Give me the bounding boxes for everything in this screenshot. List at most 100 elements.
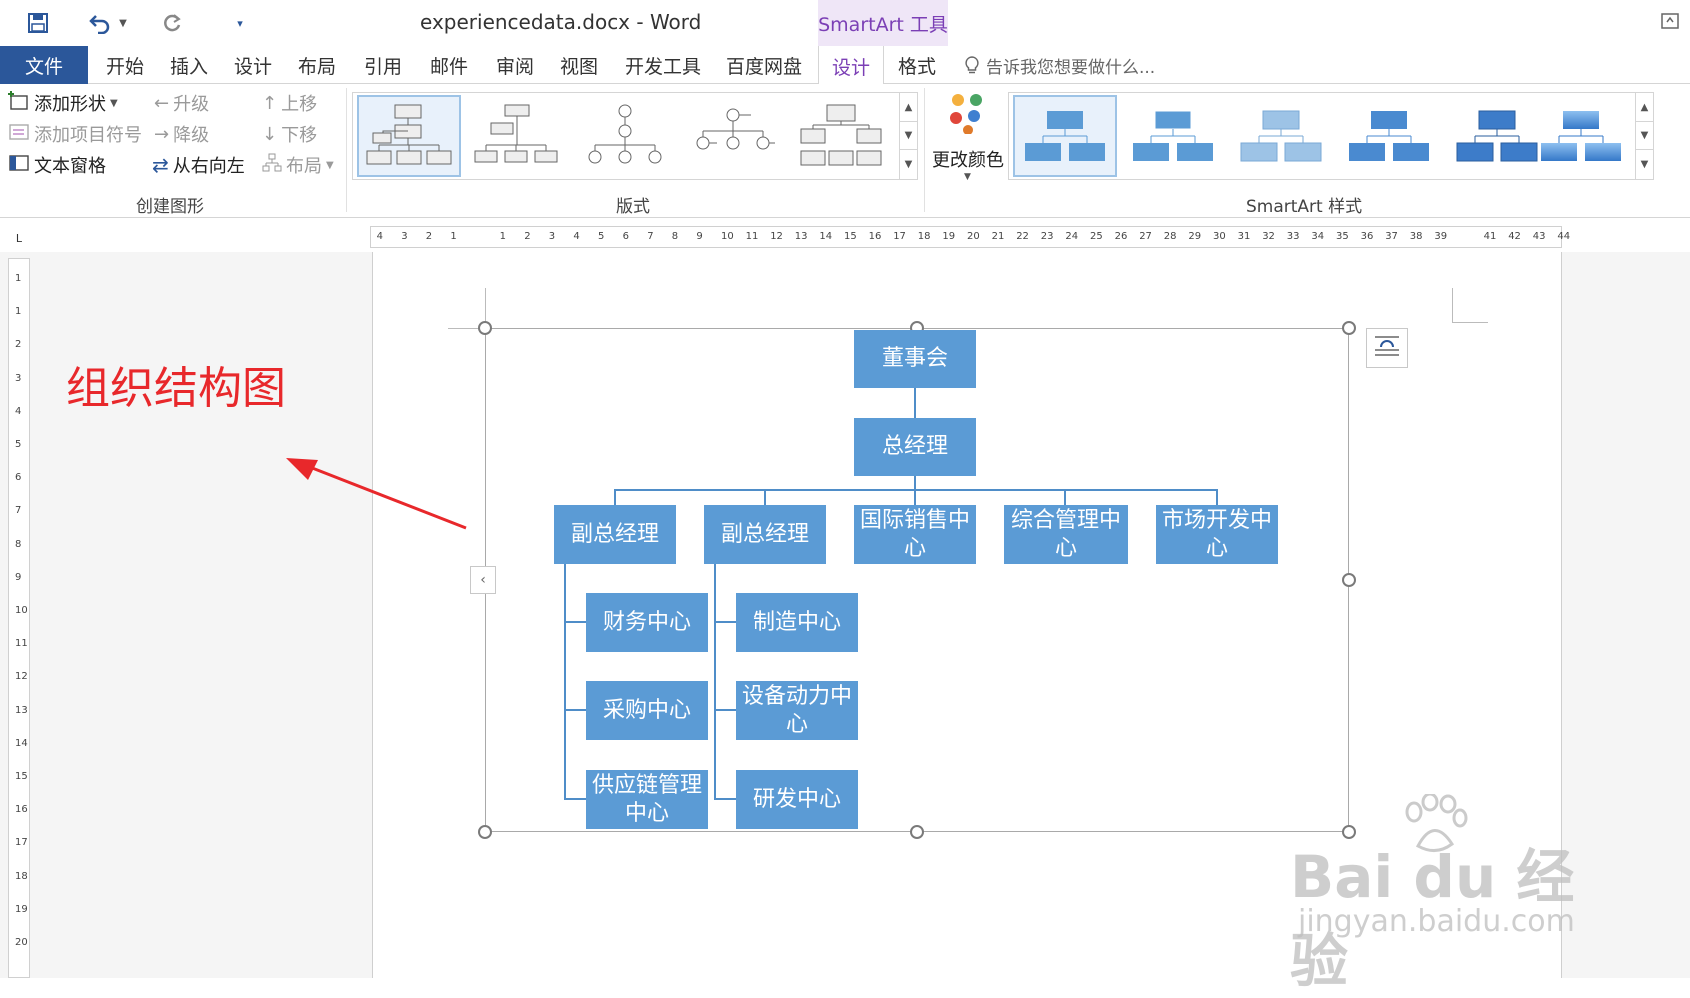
styles-scroll-down[interactable]: ▼	[1635, 121, 1653, 149]
layout-options-button[interactable]	[1366, 328, 1408, 368]
layout-button[interactable]: 布局 ▼	[262, 152, 334, 178]
org-node-finance[interactable]: 财务中心	[586, 593, 708, 652]
org-node-supply-chain[interactable]: 供应链管理中心	[586, 770, 708, 829]
tab-selector-icon[interactable]: L	[8, 228, 30, 248]
org-node-equipment-power[interactable]: 设备动力中心	[736, 681, 858, 740]
org-node-rnd[interactable]: 研发中心	[736, 770, 858, 829]
ruler-tick-label: 31	[1237, 231, 1251, 242]
promote-button[interactable]: ← 升级	[154, 90, 209, 116]
add-shape-button[interactable]: 添加形状 ▼	[8, 90, 118, 116]
ruler-tick-label: 44	[1557, 231, 1571, 242]
ruler-tick-label: 17	[15, 837, 28, 849]
change-colors-button[interactable]: 更改颜色 ▼	[930, 90, 1006, 186]
layout-org-chart-option[interactable]	[357, 95, 461, 177]
ruler-tick-label: 25	[1090, 231, 1103, 242]
vertical-ruler[interactable]: 1 1 2 3 4 5 6 7 8 9 10 11 12 13 14 15 16 17 18 19 20	[8, 258, 30, 978]
org-node-international-sales[interactable]: 国际销售中心	[854, 505, 976, 564]
change-colors-label: 更改颜色	[932, 150, 1004, 171]
ruler-tick-label: 3	[401, 231, 408, 242]
connector-line	[714, 798, 736, 800]
tab-home[interactable]: 开始	[100, 46, 150, 84]
ruler-tick-label: 32	[1262, 231, 1275, 242]
demote-label: 降级	[173, 125, 210, 146]
promote-label: 升级	[173, 94, 210, 115]
tab-smartart-design[interactable]: 设计	[818, 46, 884, 86]
resize-handle-top-left[interactable]	[478, 321, 492, 335]
smartart-styles-group-label: SmartArt 样式	[1246, 197, 1363, 217]
redo-icon[interactable]	[156, 8, 188, 38]
styles-scroll-up[interactable]: ▲	[1635, 93, 1653, 121]
undo-dropdown-icon[interactable]: ▼	[114, 8, 132, 38]
tab-mailings[interactable]: 邮件	[424, 46, 474, 84]
org-node-general-manager[interactable]: 总经理	[854, 418, 976, 476]
add-bullet-button[interactable]: 添加项目符号	[8, 121, 142, 147]
resize-handle-top-right[interactable]	[1342, 321, 1356, 335]
tab-review[interactable]: 审阅	[490, 46, 540, 84]
horizontal-ruler[interactable]: 4 3 2 1 1 2 3 4 5 6 7 8 9 10 11 12 13 14 15 16 17 18 19 20 21 22 2…	[370, 226, 1570, 248]
gallery-scroll-up[interactable]: ▲	[899, 93, 917, 121]
connector-line	[764, 489, 766, 505]
tab-smartart-format[interactable]: 格式	[888, 46, 946, 84]
style-moderate-effect-option[interactable]	[1337, 95, 1441, 177]
styles-more[interactable]: ▼	[1635, 149, 1653, 179]
resize-handle-right[interactable]	[1342, 573, 1356, 587]
tab-view[interactable]: 视图	[554, 46, 604, 84]
group-separator	[346, 88, 347, 212]
style-subtle-effect-option[interactable]	[1229, 95, 1333, 177]
org-node-market-development[interactable]: 市场开发中心	[1156, 505, 1278, 564]
tab-layout[interactable]: 布局	[292, 46, 342, 84]
layout-name-title-org-chart-option[interactable]	[465, 95, 569, 177]
org-node-board[interactable]: 董事会	[854, 330, 976, 388]
text-pane-toggle[interactable]: ‹	[470, 566, 496, 594]
style-simple-fill-option[interactable]	[1013, 95, 1117, 177]
org-node-vice-president-1[interactable]: 副总经理	[554, 505, 676, 564]
tab-file[interactable]: 文件	[0, 46, 88, 84]
ruler-tick-label: 41	[1483, 231, 1497, 242]
gallery-more[interactable]: ▼	[899, 149, 917, 179]
ruler-tick-label: 19	[942, 231, 956, 242]
right-to-left-button[interactable]: ⇄ 从右向左	[152, 152, 245, 178]
ruler-tick-label: 5	[598, 231, 605, 242]
customize-quick-access-icon[interactable]: ▾	[228, 8, 252, 38]
resize-handle-bottom[interactable]	[910, 825, 924, 839]
tell-me-search[interactable]: 告诉我您想要做什么...	[964, 46, 1155, 84]
ribbon-display-options-icon[interactable]	[1660, 12, 1680, 30]
layout-circle-picture-hierarchy-option[interactable]	[573, 95, 677, 177]
ruler-tick-label: 11	[15, 638, 28, 650]
ruler-tick-label: 15	[15, 771, 28, 782]
ruler-tick-label: 18	[15, 870, 28, 882]
move-up-button[interactable]: ↑ 上移	[262, 90, 317, 116]
group-separator	[924, 88, 925, 212]
org-node-purchasing[interactable]: 采购中心	[586, 681, 708, 740]
tab-references[interactable]: 引用	[358, 46, 408, 84]
tab-developer[interactable]: 开发工具	[622, 46, 704, 84]
save-icon[interactable]	[22, 8, 54, 38]
undo-icon[interactable]	[84, 8, 116, 38]
style-white-outline-option[interactable]	[1121, 95, 1225, 177]
smartart-styles-gallery: ▲ ▼ ▼	[1008, 92, 1654, 180]
org-node-general-management[interactable]: 综合管理中心	[1004, 505, 1128, 564]
move-down-button[interactable]: ↓ 下移	[262, 121, 317, 147]
connector-line	[714, 709, 736, 711]
org-node-manufacturing[interactable]: 制造中心	[736, 593, 858, 652]
demote-button[interactable]: → 降级	[154, 121, 209, 147]
add-bullet-label: 添加项目符号	[34, 125, 142, 146]
org-node-vice-president-2[interactable]: 副总经理	[704, 505, 826, 564]
ruler-tick-label: 10	[721, 231, 734, 242]
ruler-tick-label: 27	[1139, 231, 1152, 242]
connector-line	[1216, 489, 1218, 505]
tab-insert[interactable]: 插入	[164, 46, 214, 84]
tab-design[interactable]: 设计	[228, 46, 278, 84]
right-to-left-label: 从右向左	[172, 156, 245, 177]
tab-baidu-netdisk[interactable]: 百度网盘	[722, 46, 806, 84]
text-pane-button[interactable]: 文本窗格	[8, 152, 106, 178]
layout-picture-org-chart-option[interactable]	[789, 95, 893, 177]
layout-labeled-hierarchy-option[interactable]	[681, 95, 785, 177]
gallery-scroll-down[interactable]: ▼	[899, 121, 917, 149]
ruler-tick-label: 4	[15, 405, 22, 417]
smartart-frame[interactable]	[485, 328, 1349, 832]
ruler-tick-label: 20	[967, 231, 980, 242]
ruler-numbers: 1 1 2 3 4 5 6 7 8 9 10 11 12 13 14 15 16 17 18 19 20	[9, 259, 29, 977]
resize-handle-bottom-left[interactable]	[478, 825, 492, 839]
style-polished-option[interactable]	[1529, 95, 1633, 177]
